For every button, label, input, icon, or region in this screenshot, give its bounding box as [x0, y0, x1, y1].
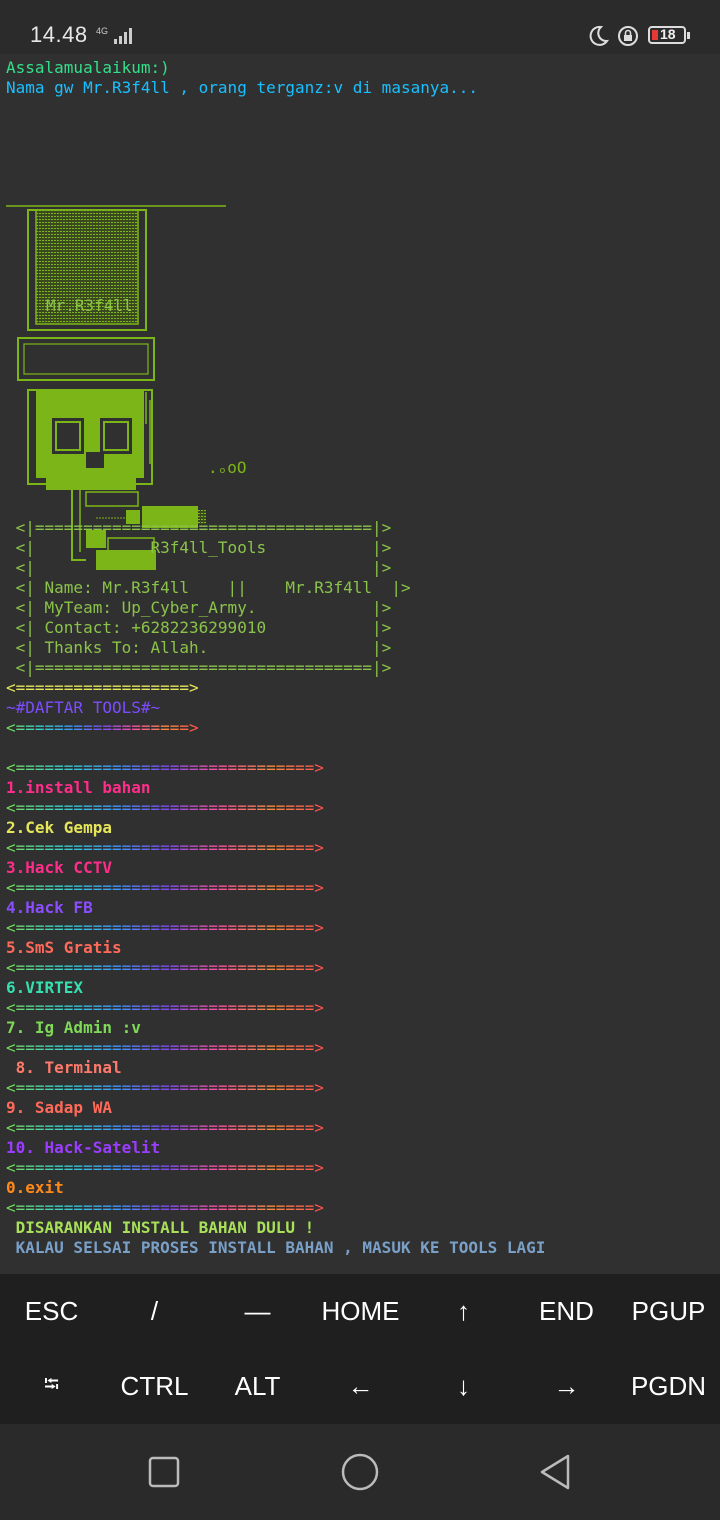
menu-separator: <===============================>: [6, 1118, 324, 1137]
menu-separator: <===============================>: [6, 1158, 324, 1177]
box-title: <| R3f4ll_Tools |>: [6, 538, 392, 557]
signal-icon: [114, 28, 132, 44]
box-thanks-line: <| Thanks To: Allah. |>: [6, 638, 392, 657]
menu-arrow-bottom: <==================>: [6, 718, 199, 737]
menu-item-cek-gempa: 2.Cek Gempa: [6, 818, 112, 837]
menu-separator: <===============================>: [6, 878, 324, 897]
greeting-line: Assalamualaikum:): [6, 58, 170, 77]
art-bubbles: .ₒoO: [208, 458, 247, 477]
key-end[interactable]: END: [515, 1274, 618, 1349]
back-triangle-icon[interactable]: [532, 1448, 580, 1496]
clock: 14.48: [30, 22, 88, 47]
menu-item-hack-cctv: 3.Hack CCTV: [6, 858, 112, 877]
menu-item-sadap-wa: 9. Sadap WA: [6, 1098, 112, 1117]
key-alt[interactable]: ALT: [206, 1349, 309, 1424]
art-label: Mr.R3f4ll: [46, 296, 133, 315]
menu-item-terminal: 8. Terminal: [6, 1058, 122, 1077]
menu-separator: <===============================>: [6, 798, 324, 817]
menu-separator: <===============================>: [6, 838, 324, 857]
intro-line: Nama gw Mr.R3f4ll , orang terganz:v di m…: [6, 78, 479, 97]
menu-separator: <===============================>: [6, 1078, 324, 1097]
box-team-line: <| MyTeam: Up_Cyber_Army. |>: [6, 598, 392, 617]
key-up-arrow[interactable]: ↑: [412, 1274, 515, 1349]
do-not-disturb-moon-icon: [589, 25, 610, 46]
key-down-arrow[interactable]: ↓: [412, 1349, 515, 1424]
recents-square-icon[interactable]: [140, 1448, 188, 1496]
menu-item-hack-fb: 4.Hack FB: [6, 898, 93, 917]
box-empty-line: <| |>: [6, 558, 392, 577]
key-tab[interactable]: ⭾: [0, 1349, 103, 1424]
menu-separator: <===============================>: [6, 998, 324, 1017]
menu-item-virtex: 6.VIRTEX: [6, 978, 84, 997]
notice-install-first: DISARANKAN INSTALL BAHAN DULU !: [6, 1218, 315, 1237]
menu-separator: <===============================>: [6, 1038, 324, 1057]
key-home[interactable]: HOME: [309, 1274, 412, 1349]
network-type: 4G: [96, 26, 109, 36]
key-dash[interactable]: —: [206, 1274, 309, 1349]
menu-item-sms-gratis: 5.SmS Gratis: [6, 938, 122, 957]
key-slash[interactable]: /: [103, 1274, 206, 1349]
menu-separator: <===============================>: [6, 758, 324, 777]
key-pgup[interactable]: PGUP: [617, 1274, 720, 1349]
extra-keys-bar: ESC / — HOME ↑ END PGUP ⭾ CTRL ALT ← ↓ →…: [0, 1274, 720, 1424]
status-bar: 14.48 4G 18: [0, 0, 720, 54]
key-esc[interactable]: ESC: [0, 1274, 103, 1349]
box-border-top: <|===================================|>: [6, 518, 392, 537]
menu-separator: <===============================>: [6, 958, 324, 977]
key-ctrl[interactable]: CTRL: [103, 1349, 206, 1424]
key-pgdn[interactable]: PGDN: [617, 1349, 720, 1424]
box-name-line: <| Name: Mr.R3f4ll || Mr.R3f4ll |>: [6, 578, 411, 597]
menu-item-ig-admin: 7. Ig Admin :v: [6, 1018, 141, 1037]
menu-separator: <===============================>: [6, 918, 324, 937]
notice-after-install: KALAU SELSAI PROSES INSTALL BAHAN , MASU…: [6, 1238, 546, 1257]
box-contact-line: <| Contact: +6282236299010 |>: [6, 618, 392, 637]
key-left-arrow[interactable]: ←: [309, 1349, 412, 1424]
home-circle-icon[interactable]: [336, 1448, 384, 1496]
battery-icon: 18: [648, 26, 690, 44]
menu-separator: <===============================>: [6, 1198, 324, 1217]
menu-item-install-bahan: 1.install bahan: [6, 778, 151, 797]
menu-item-hack-satelit: 10. Hack-Satelit: [6, 1138, 161, 1157]
terminal-output[interactable]: Assalamualaikum:) Nama gw Mr.R3f4ll , or…: [0, 54, 720, 1274]
menu-arrow-top: <==================>: [6, 678, 199, 697]
rotation-lock-icon: [618, 26, 638, 46]
box-border-bottom: <|===================================|>: [6, 658, 392, 677]
menu-item-exit: 0.exit: [6, 1178, 64, 1197]
menu-header: ~#DAFTAR TOOLS#~: [6, 698, 161, 717]
battery-level: 18: [660, 26, 676, 42]
system-navigation-bar: [0, 1424, 720, 1520]
key-right-arrow[interactable]: →: [515, 1349, 618, 1424]
